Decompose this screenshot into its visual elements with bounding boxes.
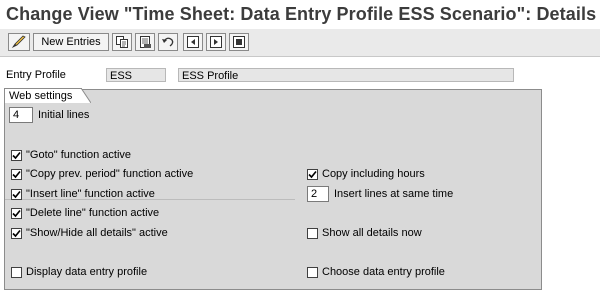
entry-profile-code-field: ESS [106,68,166,82]
show-hide-details-label: "Show/Hide all details" active [26,227,168,239]
undo-icon[interactable] [158,33,178,51]
show-all-details-checkbox[interactable] [307,228,318,239]
copy-prev-period-label: "Copy prev. period" function active [26,168,194,180]
insert-lines-input[interactable]: 2 [307,186,329,202]
entry-profile-label: Entry Profile [6,69,66,81]
edit-icon[interactable] [8,33,30,51]
show-all-details-label: Show all details now [322,227,422,239]
copy-prev-period-checkbox[interactable] [11,169,22,180]
delete-line-label: "Delete line" function active [26,207,160,219]
next-entry-icon[interactable] [206,33,226,51]
initial-lines-input[interactable]: 4 [9,107,33,123]
entry-profile-description-field: ESS Profile [178,68,514,82]
copy-including-hours-label: Copy including hours [322,168,425,180]
choose-profile-label: Choose data entry profile [322,266,445,278]
initial-lines-label: Initial lines [38,109,90,121]
copy-including-hours-checkbox[interactable] [307,169,318,180]
choose-profile-checkbox[interactable] [307,267,318,278]
copy-icon[interactable] [112,33,132,51]
delete-line-checkbox[interactable] [11,208,22,219]
goto-function-label: "Goto" function active [26,149,132,161]
select-all-icon[interactable] [229,33,249,51]
insert-line-label: "Insert line" function active [26,188,155,200]
goto-function-checkbox[interactable] [11,150,22,161]
new-entries-button[interactable]: New Entries [33,33,109,51]
insert-line-checkbox[interactable] [11,189,22,200]
web-settings-tab: Web settings [4,88,82,103]
display-profile-checkbox[interactable] [11,267,22,278]
display-profile-label: Display data entry profile [26,266,148,278]
show-hide-details-checkbox[interactable] [11,228,22,239]
application-toolbar: New Entries [0,29,600,57]
insert-lines-label: Insert lines at same time [334,188,454,200]
delete-icon[interactable] [135,33,155,51]
tab-corner-decoration [81,88,91,103]
page-title: Change View "Time Sheet: Data Entry Prof… [6,4,597,24]
previous-entry-icon[interactable] [183,33,203,51]
